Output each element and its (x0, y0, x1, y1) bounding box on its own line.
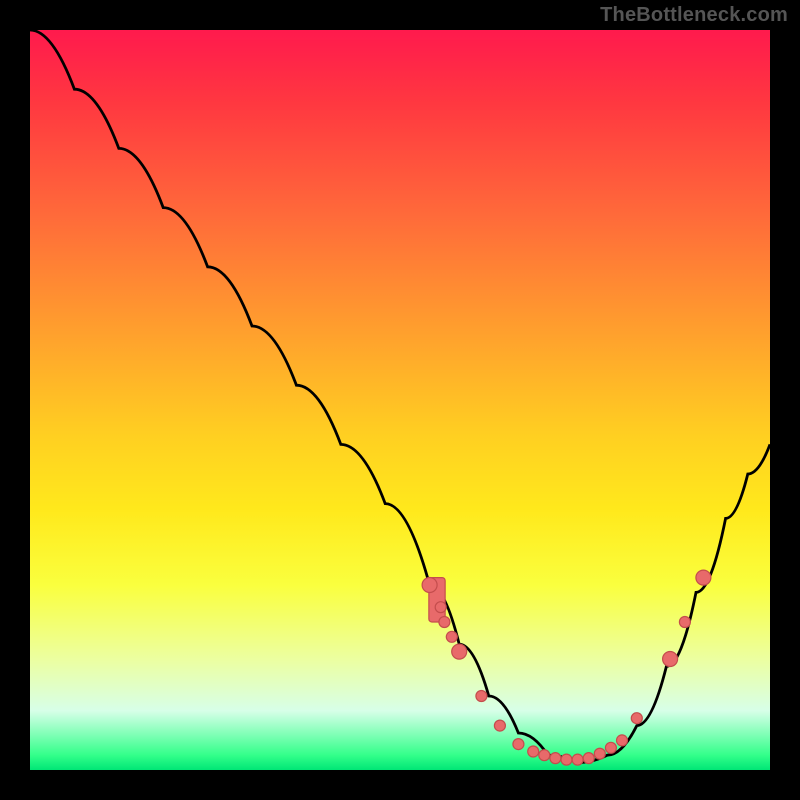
curve-line (30, 30, 770, 763)
plot-area (30, 30, 770, 770)
watermark-text: TheBottleneck.com (600, 4, 788, 27)
data-marker (679, 617, 690, 628)
data-marker (452, 644, 467, 659)
data-marker (476, 691, 487, 702)
data-marker (561, 754, 572, 765)
data-marker (494, 720, 505, 731)
data-marker (435, 602, 446, 613)
data-marker (696, 570, 711, 585)
data-marker (528, 746, 539, 757)
data-marker (572, 754, 583, 765)
data-marker (446, 631, 457, 642)
data-marker (439, 617, 450, 628)
data-marker (513, 739, 524, 750)
data-marker (631, 713, 642, 724)
data-marker (663, 652, 678, 667)
data-marker (422, 578, 437, 593)
data-marker (605, 742, 616, 753)
chart-stage: TheBottleneck.com (0, 0, 800, 800)
data-marker (594, 748, 605, 759)
data-marker (583, 753, 594, 764)
data-marker (617, 735, 628, 746)
data-marker (550, 753, 561, 764)
data-marker (539, 750, 550, 761)
bottleneck-curve (30, 30, 770, 770)
